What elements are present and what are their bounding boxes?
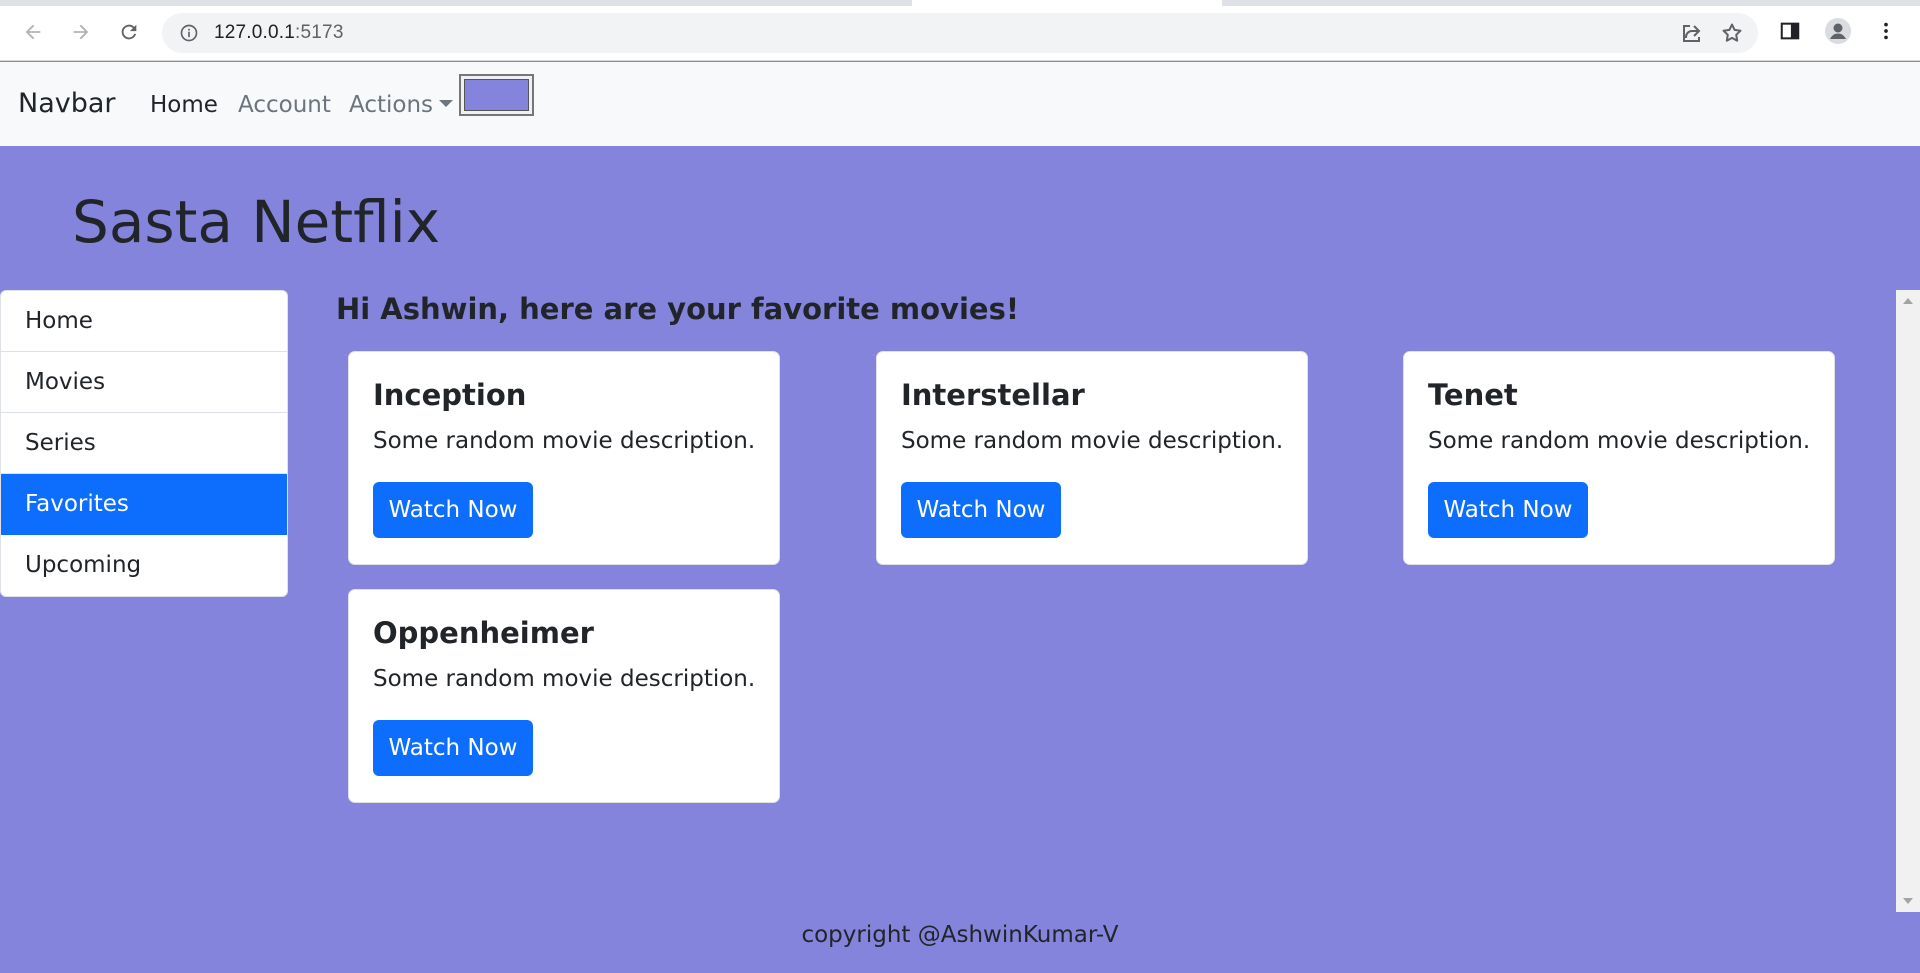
- watch-now-button[interactable]: Watch Now: [901, 482, 1061, 538]
- footer-copyright: copyright @AshwinKumar-V: [801, 922, 1119, 948]
- tab-strip: [0, 0, 1920, 6]
- sidebar-item-movies[interactable]: Movies: [1, 352, 287, 413]
- sidebar-item-series[interactable]: Series: [1, 413, 287, 474]
- nav-dropdown-actions[interactable]: Actions: [349, 92, 454, 118]
- url-text[interactable]: 127.0.0.1:5173: [214, 22, 344, 44]
- browser-toolbar: 127.0.0.1:5173: [0, 0, 1920, 61]
- arrow-right-icon: [73, 24, 89, 40]
- sidebar-item-home[interactable]: Home: [1, 291, 287, 352]
- page-title: Sasta Netflix: [72, 188, 441, 256]
- movie-description: Some random movie description.: [373, 428, 756, 454]
- sidebar-list: Home Movies Series Favorites Upcoming: [0, 290, 288, 597]
- nav-link-account[interactable]: Account: [238, 92, 331, 118]
- info-icon: [180, 24, 198, 42]
- site-info-button[interactable]: [178, 22, 200, 44]
- movie-description: Some random movie description.: [901, 428, 1284, 454]
- kebab-menu-icon: [1884, 22, 1888, 40]
- movie-title: Inception: [373, 378, 527, 412]
- profile-button[interactable]: [1824, 17, 1852, 45]
- sidebar-item-favorites[interactable]: Favorites: [1, 474, 287, 535]
- star-icon: [1722, 23, 1742, 42]
- bookmark-button[interactable]: [1720, 21, 1744, 45]
- side-panel-button[interactable]: [1776, 17, 1804, 45]
- caret-down-icon: [439, 100, 454, 107]
- movie-card: Tenet Some random movie description. Wat…: [1403, 351, 1835, 565]
- url-host: 127.0.0.1: [214, 22, 296, 43]
- active-tab[interactable]: [912, 0, 1222, 6]
- movie-title: Tenet: [1428, 378, 1518, 412]
- app-navbar: Navbar Home Account Actions: [0, 62, 1920, 146]
- browser-menu-button[interactable]: [1872, 17, 1900, 45]
- share-button[interactable]: [1680, 21, 1704, 45]
- reload-button[interactable]: [114, 17, 144, 47]
- movie-title: Interstellar: [901, 378, 1085, 412]
- movie-card: Interstellar Some random movie descripti…: [876, 351, 1308, 565]
- sidebar-item-upcoming[interactable]: Upcoming: [1, 535, 287, 596]
- back-button[interactable]: [18, 17, 48, 47]
- scroll-up-icon[interactable]: [1903, 298, 1913, 304]
- watch-now-button[interactable]: Watch Now: [1428, 482, 1588, 538]
- navbar-brand[interactable]: Navbar: [18, 88, 116, 119]
- movie-card: Oppenheimer Some random movie descriptio…: [348, 589, 780, 803]
- color-picker-swatch: [464, 79, 529, 111]
- content-scrollbar[interactable]: [1896, 290, 1920, 912]
- url-port: :5173: [295, 22, 344, 43]
- watch-now-button[interactable]: Watch Now: [373, 720, 533, 776]
- address-bar[interactable]: 127.0.0.1:5173: [162, 13, 1758, 53]
- movie-description: Some random movie description.: [373, 666, 756, 692]
- reload-icon: [121, 24, 137, 40]
- theme-color-picker[interactable]: [459, 74, 534, 116]
- share-icon: [1683, 25, 1701, 42]
- forward-button[interactable]: [66, 17, 96, 47]
- movie-description: Some random movie description.: [1428, 428, 1811, 454]
- nav-link-home[interactable]: Home: [150, 92, 218, 118]
- nav-dropdown-actions-label: Actions: [349, 92, 434, 118]
- arrow-left-icon: [25, 24, 41, 40]
- scroll-down-icon[interactable]: [1903, 898, 1913, 904]
- movie-card: Inception Some random movie description.…: [348, 351, 780, 565]
- favorites-greeting: Hi Ashwin, here are your favorite movies…: [336, 292, 1020, 326]
- watch-now-button[interactable]: Watch Now: [373, 482, 533, 538]
- profile-icon: [1825, 18, 1851, 44]
- movie-title: Oppenheimer: [373, 616, 594, 650]
- side-panel-icon: [1780, 22, 1800, 40]
